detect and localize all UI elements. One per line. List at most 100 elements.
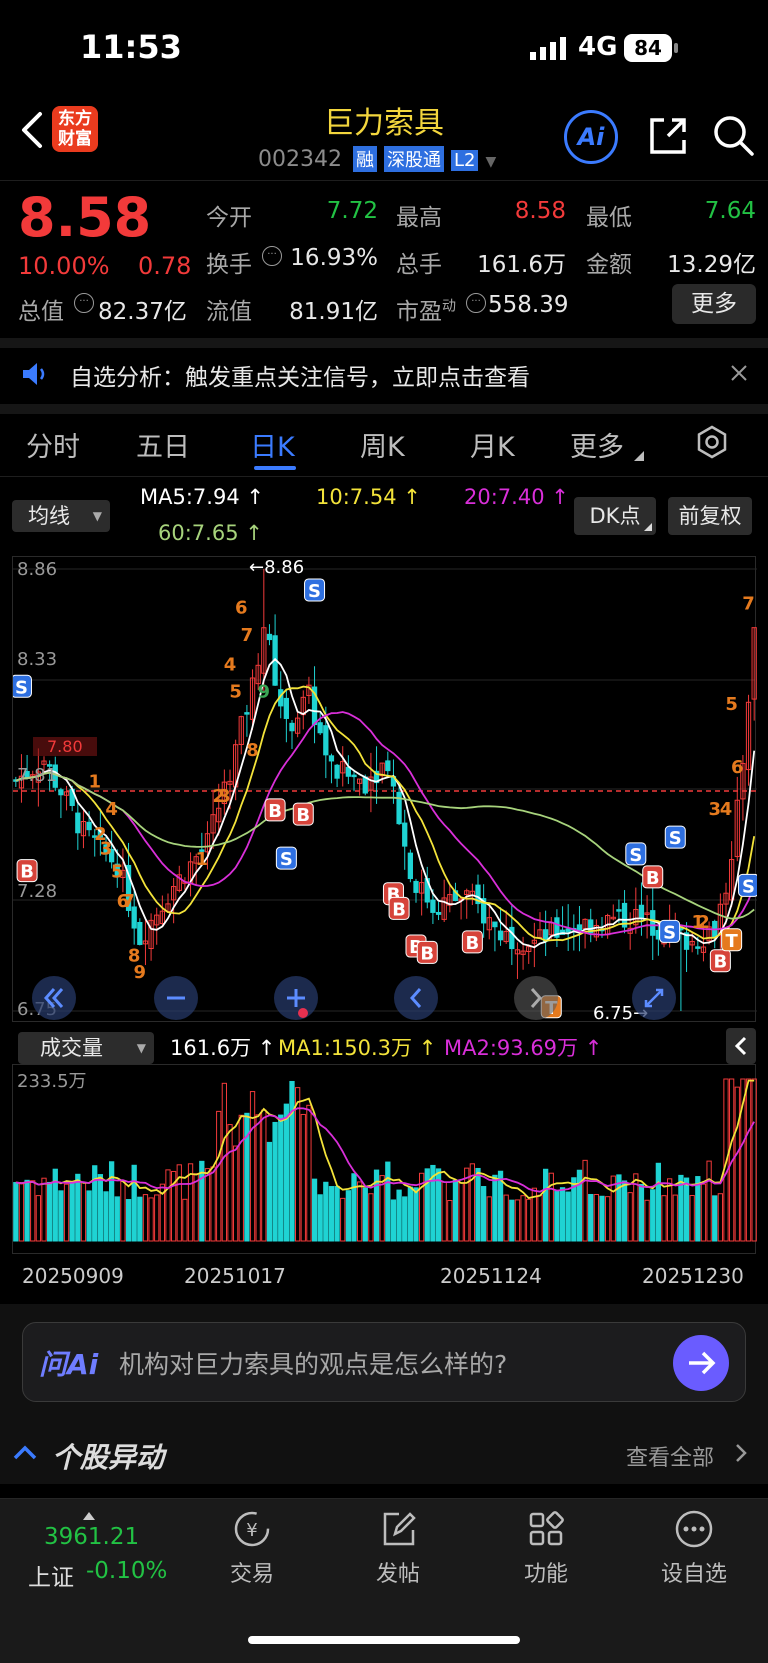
volume-bar: [131, 1164, 137, 1242]
volume-chart[interactable]: 233.5万: [12, 1064, 757, 1254]
signal-text: 5: [111, 862, 124, 883]
signal-marker: 7: [742, 594, 755, 615]
network-label: 4G: [578, 32, 618, 62]
ask-ai-send-button[interactable]: [673, 1335, 729, 1391]
zoom-out-button[interactable]: [154, 976, 198, 1020]
scroll-to-start-button[interactable]: [32, 976, 76, 1020]
candle-body: [435, 911, 442, 915]
scroll-right-button[interactable]: [514, 976, 558, 1020]
signal-text: B: [296, 805, 310, 826]
volume-bar: [503, 1194, 509, 1242]
signal-text: S: [669, 828, 682, 849]
volume-bar: [441, 1181, 447, 1242]
candle-body: [75, 812, 81, 834]
volume-bar: [283, 1103, 290, 1242]
float-value: 81.91亿: [289, 299, 378, 325]
more-button[interactable]: 更多: [672, 284, 756, 324]
scroll-left-button[interactable]: [394, 976, 438, 1020]
nav-add-watchlist[interactable]: 设自选: [646, 1508, 742, 1588]
share-icon[interactable]: [646, 114, 690, 158]
collapse-chevron-icon[interactable]: [12, 1442, 38, 1462]
volume-bar: [599, 1195, 605, 1242]
candle-body: [266, 633, 273, 641]
mktcap-info-icon[interactable]: ···: [74, 293, 94, 313]
ai-button[interactable]: Ai: [564, 110, 618, 164]
candle-body: [385, 760, 391, 772]
tab-five-day[interactable]: 五日: [136, 425, 190, 464]
index-change: -0.10%: [86, 1558, 168, 1584]
volume-bar: [63, 1183, 70, 1242]
search-icon[interactable]: [710, 112, 756, 158]
signal-text: 5: [725, 694, 738, 715]
volume-bar: [638, 1183, 645, 1242]
volume-bar: [520, 1195, 526, 1242]
stock-code-row[interactable]: 002342 融 深股通 L2 ▼: [258, 146, 496, 172]
index-value[interactable]: 3961.21: [44, 1524, 139, 1550]
change-pct: 10.00%: [18, 252, 110, 280]
tab-intraday[interactable]: 分时: [26, 425, 80, 464]
more-dots-icon: [675, 1510, 713, 1548]
ask-ai-box[interactable]: 问Ai 机构对巨力索具的观点是怎么样的?: [22, 1322, 746, 1402]
movers-view-all[interactable]: 查看全部: [626, 1440, 714, 1472]
ask-ai-input[interactable]: 机构对巨力索具的观点是怎么样的?: [119, 1345, 507, 1381]
movers-header[interactable]: 个股异动 查看全部: [0, 1424, 768, 1484]
signal-text: S: [15, 677, 28, 698]
nav-trade[interactable]: ¥ 交易: [212, 1508, 292, 1588]
volume-selector[interactable]: 成交量 ▼: [18, 1032, 154, 1064]
signal-marker: 3: [100, 839, 113, 860]
mktcap-value: 82.37亿: [98, 299, 187, 325]
pe-label: 市盈动: [396, 292, 456, 326]
volume-bar: [554, 1189, 560, 1242]
volume-bar: [210, 1166, 216, 1242]
dk-button[interactable]: DK点: [574, 497, 656, 535]
volume-bar: [18, 1183, 25, 1242]
ma20-label: 20:7.40 ↑: [464, 485, 569, 509]
tab-monthly-k[interactable]: 月K: [470, 425, 515, 464]
tab-weekly-k[interactable]: 周K: [360, 425, 405, 464]
status-time: 11:53: [80, 28, 182, 66]
volume-bar: [666, 1178, 673, 1242]
index-expand-icon[interactable]: [82, 1506, 96, 1520]
tab-more-caret-icon: [634, 446, 644, 461]
volume-bar: [165, 1169, 171, 1242]
nav-functions[interactable]: 功能: [506, 1508, 586, 1588]
signal-text: 9: [134, 962, 147, 983]
signal-text: 4: [720, 799, 733, 820]
volume-bar: [125, 1199, 132, 1242]
signal-text: 9: [258, 681, 271, 702]
volume-value: 161.6万: [477, 252, 566, 278]
open-label: 今开: [206, 205, 252, 231]
current-price: 8.58: [18, 186, 152, 249]
notice-close-icon[interactable]: [728, 362, 750, 384]
zoom-in-button[interactable]: [274, 976, 318, 1020]
signal-marker: 4: [720, 799, 733, 820]
volume-bar: [447, 1199, 453, 1242]
notice-separator: [0, 404, 768, 414]
ma-selector[interactable]: 均线 ▼: [12, 500, 110, 532]
collapse-panel-button[interactable]: [726, 1028, 756, 1064]
chart-settings-icon[interactable]: [694, 424, 730, 460]
volume-bar: [306, 1104, 312, 1242]
signal-marker: B: [388, 896, 410, 920]
volume-bar: [289, 1080, 295, 1242]
fullscreen-button[interactable]: [632, 976, 676, 1020]
tab-more[interactable]: 更多: [570, 425, 624, 464]
date-label-1: 20250909: [22, 1264, 124, 1288]
high-label: 最高: [396, 205, 442, 231]
pe-value: 558.39: [488, 292, 569, 318]
tab-daily-k[interactable]: 日K: [250, 425, 295, 464]
nav-post-label: 发帖: [375, 1562, 420, 1587]
turnover-info-icon[interactable]: ···: [262, 246, 282, 266]
kline-chart[interactable]: SB123456789123456789BSBSBBBBBTSBSS12BT34…: [10, 556, 760, 1024]
nav-post[interactable]: 发帖: [358, 1508, 438, 1588]
notice-text[interactable]: 自选分析：触发重点关注信号，立即点击查看: [70, 358, 530, 392]
pe-info-icon[interactable]: ···: [466, 293, 486, 313]
trade-icon: ¥: [234, 1511, 270, 1547]
ylabel-3: 7.81: [17, 765, 58, 786]
signal-text: 4: [224, 654, 237, 675]
signal-marker: S: [659, 919, 681, 943]
nav-functions-label: 功能: [523, 1562, 568, 1587]
volume-bar: [537, 1194, 543, 1242]
price-adjust-button[interactable]: 前复权: [668, 497, 752, 535]
candle-body: [244, 712, 250, 715]
